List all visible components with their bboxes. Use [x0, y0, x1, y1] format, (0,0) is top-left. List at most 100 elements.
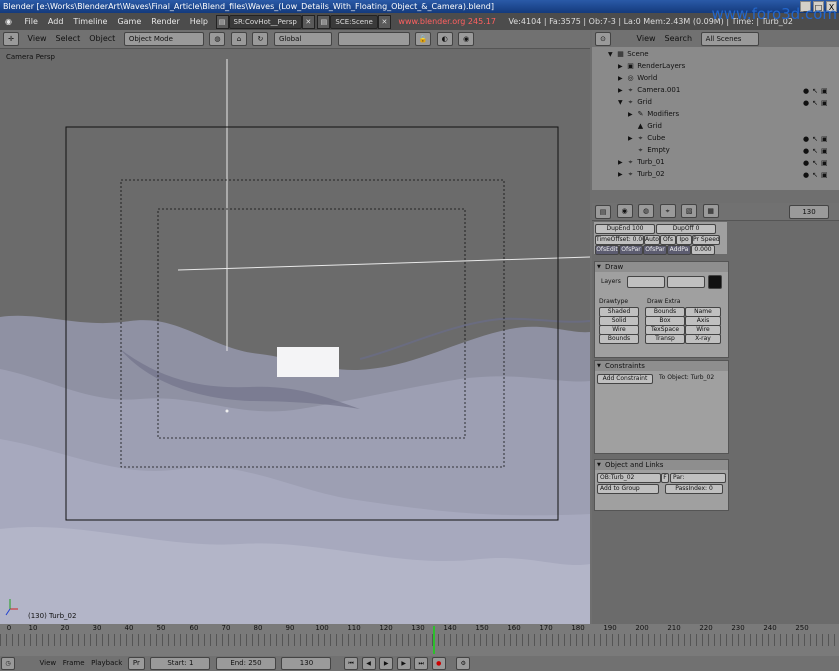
color-swatch[interactable] — [708, 275, 722, 289]
render-icon[interactable]: ◐ — [436, 31, 453, 46]
outliner-item-scene[interactable]: ▼ ▦ Scene — [608, 48, 649, 60]
jump-start-icon[interactable]: ⏮ — [344, 657, 359, 670]
scene-delete-icon[interactable]: ✕ — [377, 14, 391, 29]
ofspar2-toggle[interactable]: OfsPar — [643, 245, 667, 255]
current-frame-field[interactable]: 130 — [281, 657, 332, 670]
auto-toggle[interactable]: Auto — [644, 235, 660, 245]
context-shading-icon[interactable]: ◍ — [638, 204, 655, 218]
manipulator-icon[interactable]: ↻ — [252, 31, 269, 46]
outliner-menu-view[interactable]: View — [634, 30, 659, 47]
outliner-item-renderlayers[interactable]: ▶ ▣ RenderLayers — [618, 60, 685, 72]
menu-add[interactable]: Add — [43, 13, 69, 30]
pivot-icon[interactable]: ⌂ — [230, 31, 247, 46]
visibility-toggles[interactable]: ● ↖ ▣ — [803, 99, 835, 109]
editor-type-icon[interactable]: ✛ — [3, 31, 19, 46]
add-to-group-select[interactable]: Add to Group — [597, 484, 659, 494]
menu-file[interactable]: File — [20, 13, 43, 30]
timeline-menu-playback[interactable]: Playback — [91, 656, 122, 671]
timeline-menu-frame[interactable]: Frame — [63, 656, 85, 671]
context-scene-icon[interactable]: ▦ — [702, 204, 719, 218]
add-constraint-button[interactable]: Add Constraint — [597, 374, 653, 384]
timeline[interactable]: 0 10 20 30 40 50 60 70 80 90 100 110 120… — [0, 624, 839, 656]
layer-buttons-right[interactable] — [667, 276, 705, 288]
timeline-editor-icon[interactable]: ◷ — [1, 657, 15, 670]
outliner-item-cube[interactable]: ▶ ⌖ Cube — [628, 132, 665, 144]
menu-game[interactable]: Game — [112, 13, 146, 30]
menu-timeline[interactable]: Timeline — [68, 13, 112, 30]
buttons-editor-icon[interactable]: ▤ — [595, 205, 611, 219]
ipo-toggle[interactable]: Ipo — [676, 235, 692, 245]
ofsedit-toggle[interactable]: OfsEdit — [595, 245, 619, 255]
outliner-filter-select[interactable]: All Scenes — [700, 31, 759, 46]
shading-icon[interactable]: ◍ — [209, 31, 226, 46]
3d-viewport[interactable]: Camera Persp (130) Turb_02 — [0, 49, 590, 624]
context-object-icon[interactable]: ⌖ — [659, 204, 676, 218]
outliner-item-empty[interactable]: ⌖ Empty — [628, 144, 670, 156]
context-edit-icon[interactable]: ▧ — [681, 204, 698, 218]
slow-field[interactable]: 0.000 — [691, 245, 715, 255]
menu-view[interactable]: View — [25, 30, 50, 48]
mode-select[interactable]: Object Mode — [123, 31, 204, 46]
visibility-toggles[interactable]: ● ↖ ▣ — [803, 135, 835, 145]
outliner-menu-search[interactable]: Search — [662, 30, 695, 47]
drawtype-bounds[interactable]: Bounds — [599, 334, 639, 344]
visibility-toggles[interactable]: ● ↖ ▣ — [803, 87, 835, 97]
menu-object[interactable]: Object — [86, 30, 118, 48]
dupend-field[interactable]: DupEnd 100 — [595, 224, 655, 234]
object-links-panel-title[interactable]: Object and Links — [595, 460, 728, 470]
frame-field[interactable]: 130 — [789, 205, 829, 219]
menu-render[interactable]: Render — [146, 13, 184, 30]
preview-range-toggle[interactable]: Pr — [127, 657, 145, 670]
next-key-icon[interactable]: ▶ — [396, 657, 411, 670]
menu-help[interactable]: Help — [185, 13, 213, 30]
visibility-toggles[interactable]: ● ↖ ▣ — [803, 159, 835, 169]
collapse-icon[interactable]: ▼ — [618, 97, 626, 109]
play-icon[interactable]: ▶ — [379, 657, 394, 670]
ofspar-toggle[interactable]: OfsPar — [619, 245, 643, 255]
collapse-icon[interactable]: ▼ — [608, 49, 616, 61]
extra-transp[interactable]: Transp — [645, 334, 685, 344]
timeline-ruler[interactable] — [0, 634, 839, 646]
screen-delete-icon[interactable]: ✕ — [301, 14, 315, 29]
sync-icon[interactable]: ⚙ — [456, 657, 471, 670]
current-frame-marker[interactable] — [433, 626, 435, 654]
record-icon[interactable]: ● — [431, 657, 446, 670]
outliner-item-grid-mesh[interactable]: ▲ Grid — [628, 120, 662, 132]
prspeed-toggle[interactable]: Pr Speed — [692, 235, 720, 245]
pass-index-field[interactable]: PassIndex: 0 — [665, 484, 723, 494]
object-name-field[interactable]: OB:Turb_02 — [597, 473, 661, 483]
extra-xray[interactable]: X-ray — [685, 334, 721, 344]
expand-icon[interactable]: ▶ — [618, 169, 626, 181]
layer-buttons[interactable] — [337, 31, 410, 46]
screen-field[interactable]: SR:CovHot__Persp — [228, 14, 302, 29]
outliner-item-world[interactable]: ▶ ◎ World — [618, 72, 657, 84]
viewport-scene[interactable] — [0, 49, 590, 624]
screen-browse-button[interactable]: ▤ — [215, 14, 229, 29]
lock-icon[interactable]: 🔒 — [415, 31, 432, 46]
constraints-panel-title[interactable]: Constraints — [595, 361, 728, 371]
blender-logo-icon[interactable]: ◉ — [0, 13, 17, 30]
prev-key-icon[interactable]: ◀ — [361, 657, 376, 670]
outliner-item-turb01[interactable]: ▶ ⌖ Turb_01 — [618, 156, 665, 168]
orientation-select[interactable]: Global — [274, 31, 333, 46]
outliner-item-camera[interactable]: ▶ ⌖ Camera.001 — [618, 84, 680, 96]
draw-panel-title[interactable]: Draw — [595, 262, 728, 272]
visibility-toggles[interactable]: ● ↖ ▣ — [803, 147, 835, 157]
outliner-item-turb02[interactable]: ▶ ⌖ Turb_02 — [618, 168, 665, 180]
timeline-menu-view[interactable]: View — [40, 656, 57, 671]
outliner-item-modifiers[interactable]: ▶ ✎ Modifiers — [628, 108, 679, 120]
menu-select[interactable]: Select — [53, 30, 84, 48]
ofs-toggle[interactable]: Ofs — [660, 235, 676, 245]
visibility-toggles[interactable]: ● ↖ ▣ — [803, 171, 835, 181]
scene-browse-button[interactable]: ▤ — [317, 14, 331, 29]
camera-render-icon[interactable]: ◉ — [458, 31, 475, 46]
parent-field[interactable]: Par: — [670, 473, 726, 483]
addpa-toggle[interactable]: AddPa — [667, 245, 691, 255]
scene-field[interactable]: SCE:Scene — [330, 14, 378, 29]
jump-end-icon[interactable]: ⏭ — [414, 657, 429, 670]
context-logic-icon[interactable]: ◉ — [616, 204, 633, 218]
layer-buttons-left[interactable] — [627, 276, 665, 288]
end-frame-field[interactable]: End: 250 — [215, 657, 276, 670]
fake-user-button[interactable]: F — [661, 473, 669, 483]
outliner-item-grid[interactable]: ▼ ⌖ Grid — [618, 96, 652, 108]
